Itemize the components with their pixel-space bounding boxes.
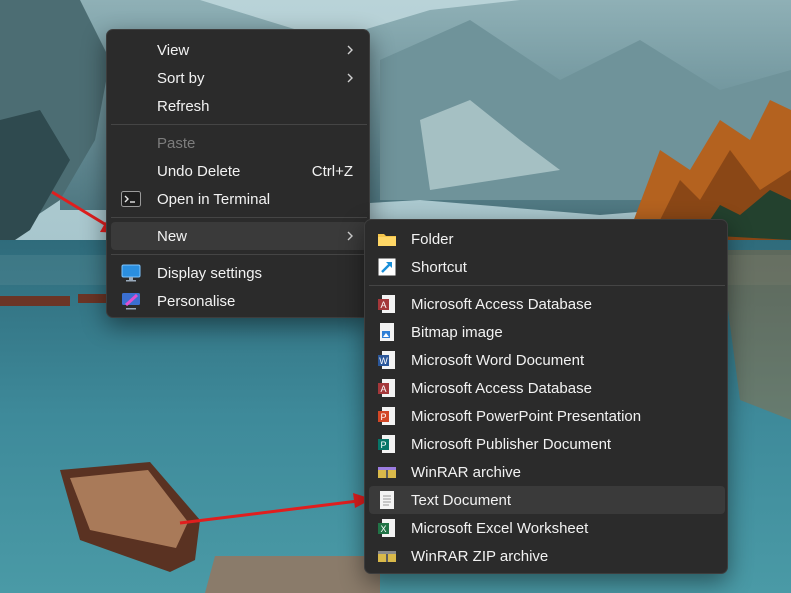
menu-item-label: Display settings (157, 264, 263, 282)
monitor-icon (121, 263, 141, 283)
new-item-word-document[interactable]: W Microsoft Word Document (369, 346, 725, 374)
chevron-right-icon (347, 45, 353, 55)
new-item-access-database-2[interactable]: A Microsoft Access Database (369, 374, 725, 402)
menu-item-personalise[interactable]: Personalise (111, 287, 367, 315)
menu-item-label: Microsoft Publisher Document (411, 435, 612, 453)
svg-text:A: A (381, 384, 387, 394)
menu-item-label: Refresh (157, 97, 210, 115)
red-arrow-to-text-document (179, 493, 372, 525)
svg-text:P: P (381, 412, 387, 422)
chevron-right-icon (347, 73, 353, 83)
svg-text:W: W (379, 356, 388, 366)
bitmap-icon (377, 322, 397, 342)
new-item-folder[interactable]: Folder (369, 225, 725, 253)
menu-item-label: Microsoft Access Database (411, 379, 592, 397)
winrar-zip-icon (377, 546, 397, 566)
new-item-excel-worksheet[interactable]: X Microsoft Excel Worksheet (369, 514, 725, 542)
menu-item-label: Open in Terminal (157, 190, 271, 208)
new-item-winrar-archive[interactable]: WinRAR archive (369, 458, 725, 486)
menu-separator (369, 285, 725, 286)
menu-item-label: Microsoft Word Document (411, 351, 585, 369)
personalise-icon (121, 291, 141, 311)
menu-item-label: View (157, 41, 190, 59)
menu-item-label: New (157, 227, 188, 245)
menu-item-label: Bitmap image (411, 323, 503, 341)
menu-item-paste: Paste (111, 129, 367, 157)
svg-text:A: A (381, 300, 387, 310)
new-item-shortcut[interactable]: Shortcut (369, 253, 725, 281)
excel-icon: X (377, 518, 397, 538)
menu-item-label: Microsoft Access Database (411, 295, 592, 313)
menu-item-label: Personalise (157, 292, 236, 310)
menu-item-open-in-terminal[interactable]: Open in Terminal (111, 185, 367, 213)
new-item-publisher[interactable]: P Microsoft Publisher Document (369, 430, 725, 458)
menu-item-label: WinRAR archive (411, 463, 522, 481)
menu-item-label: Paste (157, 134, 196, 152)
menu-item-label: Folder (411, 230, 454, 248)
menu-separator (111, 254, 367, 255)
folder-icon (377, 229, 397, 249)
publisher-icon: P (377, 434, 397, 454)
new-item-powerpoint[interactable]: P Microsoft PowerPoint Presentation (369, 402, 725, 430)
powerpoint-icon: P (377, 406, 397, 426)
new-item-bitmap-image[interactable]: Bitmap image (369, 318, 725, 346)
menu-item-refresh[interactable]: Refresh (111, 92, 367, 120)
desktop-context-menu: View Sort by Refresh Paste Undo Delete C… (106, 29, 370, 318)
access-icon: A (377, 378, 397, 398)
menu-item-label: Microsoft Excel Worksheet (411, 519, 589, 537)
text-document-icon (377, 490, 397, 510)
new-item-text-document[interactable]: Text Document (369, 486, 725, 514)
menu-item-display-settings[interactable]: Display settings (111, 259, 367, 287)
menu-item-view[interactable]: View (111, 36, 367, 64)
menu-item-undo-delete[interactable]: Undo Delete Ctrl+Z (111, 157, 367, 185)
menu-item-label: Sort by (157, 69, 205, 87)
chevron-right-icon (347, 231, 353, 241)
svg-text:X: X (381, 524, 387, 534)
menu-item-label: WinRAR ZIP archive (411, 547, 549, 565)
menu-item-shortcut: Ctrl+Z (311, 162, 353, 180)
menu-item-label: Undo Delete (157, 162, 241, 180)
menu-separator (111, 124, 367, 125)
word-icon: W (377, 350, 397, 370)
menu-item-label: Shortcut (411, 258, 467, 276)
new-item-access-database[interactable]: A Microsoft Access Database (369, 290, 725, 318)
terminal-icon (121, 189, 141, 209)
new-submenu: Folder Shortcut A Microsoft Access Datab… (364, 219, 728, 574)
shortcut-icon (377, 257, 397, 277)
menu-item-sort-by[interactable]: Sort by (111, 64, 367, 92)
menu-item-label: Text Document (411, 491, 512, 509)
menu-item-new[interactable]: New (111, 222, 367, 250)
access-icon: A (377, 294, 397, 314)
svg-text:P: P (381, 440, 387, 450)
new-item-winrar-zip-archive[interactable]: WinRAR ZIP archive (369, 542, 725, 570)
menu-item-label: Microsoft PowerPoint Presentation (411, 407, 642, 425)
menu-separator (111, 217, 367, 218)
winrar-icon (377, 462, 397, 482)
